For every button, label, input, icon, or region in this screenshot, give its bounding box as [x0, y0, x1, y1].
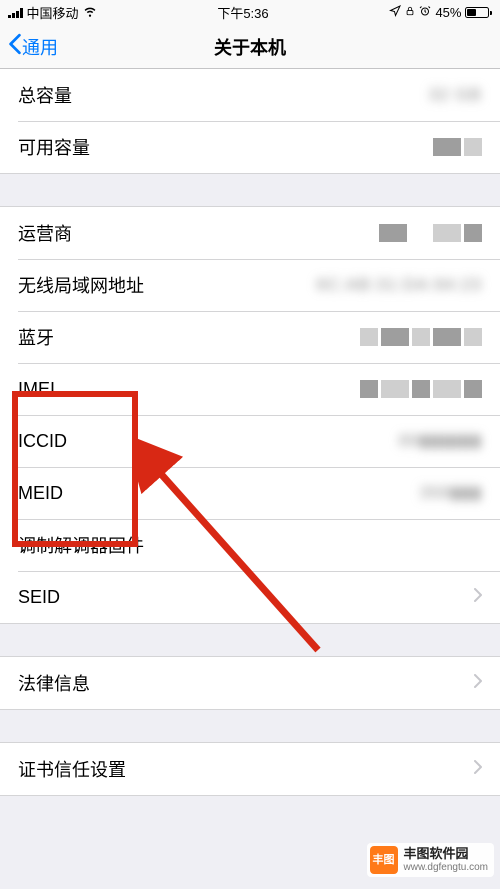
row-label: 可用容量	[18, 134, 90, 160]
row-cert-trust[interactable]: 证书信任设置	[0, 743, 500, 795]
chevron-left-icon	[8, 33, 22, 60]
back-label: 通用	[22, 34, 58, 60]
row-legal-info[interactable]: 法律信息	[0, 657, 500, 709]
status-right: 45%	[389, 5, 492, 20]
row-meid: MEID 358▮▮▮	[0, 467, 500, 519]
nav-bar: 通用 关于本机	[0, 25, 500, 69]
row-label: 总容量	[18, 82, 72, 108]
row-value	[360, 328, 482, 346]
row-imei: IMEI	[0, 363, 500, 415]
row-label: 法律信息	[18, 670, 90, 696]
watermark-logo: 丰图	[370, 846, 398, 874]
row-label: 证书信任设置	[18, 756, 126, 782]
row-value	[379, 224, 482, 242]
watermark-name: 丰图软件园	[404, 847, 489, 862]
list-group-cert: 证书信任设置	[0, 742, 500, 796]
battery-icon	[465, 7, 492, 18]
row-value	[433, 138, 482, 156]
row-wifi-address: 无线局域网地址 6C:AB:31:DA:94:23	[0, 259, 500, 311]
location-icon	[389, 5, 401, 20]
row-modem-firmware: 调制解调器固件	[0, 519, 500, 571]
list-group-legal: 法律信息	[0, 656, 500, 710]
row-total-capacity: 总容量 32 GB	[0, 69, 500, 121]
watermark-url: www.dgfengtu.com	[404, 862, 489, 874]
list-group-storage: 总容量 32 GB 可用容量	[0, 69, 500, 174]
lock-icon	[405, 5, 415, 20]
row-label: SEID	[18, 587, 60, 608]
row-available-capacity: 可用容量	[0, 121, 500, 173]
list-group-network: 运营商 无线局域网地址 6C:AB:31:DA:94:23 蓝牙 IMEI IC…	[0, 206, 500, 624]
row-label: MEID	[18, 483, 63, 504]
status-left: 中国移动	[8, 3, 97, 22]
signal-icon	[8, 8, 23, 18]
watermark: 丰图 丰图软件园 www.dgfengtu.com	[367, 843, 495, 877]
row-carrier: 运营商	[0, 207, 500, 259]
row-value: 6C:AB:31:DA:94:23	[317, 275, 482, 295]
wifi-icon	[83, 4, 97, 21]
row-value: 32 GB	[429, 85, 482, 105]
row-value: 358▮▮▮	[420, 483, 482, 503]
row-label: IMEI	[18, 379, 55, 400]
row-iccid: ICCID 89▮▮▮▮▮▮	[0, 415, 500, 467]
chevron-right-icon	[468, 759, 482, 779]
row-bluetooth: 蓝牙	[0, 311, 500, 363]
status-bar: 中国移动 下午5:36 45%	[0, 0, 500, 25]
status-time: 下午5:36	[217, 3, 268, 22]
back-button[interactable]: 通用	[8, 33, 58, 60]
page-title: 关于本机	[214, 34, 286, 60]
row-value: 89▮▮▮▮▮▮	[399, 431, 482, 451]
chevron-right-icon	[468, 673, 482, 693]
row-seid[interactable]: SEID	[0, 571, 500, 623]
alarm-icon	[419, 5, 431, 20]
row-label: ICCID	[18, 431, 67, 452]
row-value	[360, 380, 482, 398]
row-label: 蓝牙	[18, 324, 54, 350]
chevron-right-icon	[468, 587, 482, 607]
carrier-label: 中国移动	[27, 3, 79, 22]
battery-percent: 45%	[435, 5, 461, 20]
row-label: 无线局域网地址	[18, 272, 144, 298]
row-label: 运营商	[18, 220, 72, 246]
row-label: 调制解调器固件	[18, 532, 144, 558]
